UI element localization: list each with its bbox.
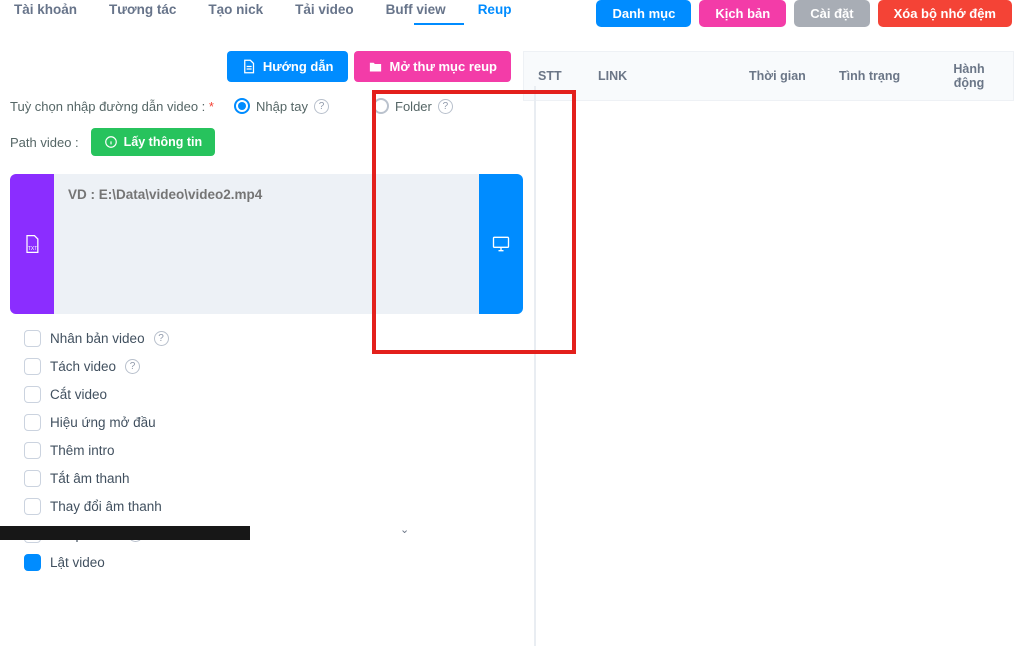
checkbox bbox=[24, 470, 41, 487]
radio-folder[interactable]: Folder ? bbox=[373, 98, 453, 114]
computer-icon bbox=[491, 234, 511, 254]
check-hieuung[interactable]: Hiệu ứng mở đầu bbox=[24, 414, 523, 431]
vertical-divider bbox=[534, 86, 536, 646]
th-link: LINK bbox=[598, 69, 749, 83]
mothumucreup-button[interactable]: Mở thư mục reup bbox=[354, 51, 512, 82]
check-label: Nhân bản video bbox=[50, 331, 145, 346]
checkbox bbox=[24, 330, 41, 347]
info-icon bbox=[104, 135, 118, 149]
th-stt: STT bbox=[538, 69, 598, 83]
checkbox bbox=[24, 386, 41, 403]
txt-file-icon: TXT bbox=[22, 234, 42, 254]
bottom-strip bbox=[0, 526, 250, 540]
check-label: Thay đổi âm thanh bbox=[50, 499, 162, 514]
tab-taikhoan[interactable]: Tài khoản bbox=[12, 2, 79, 25]
check-themintro[interactable]: Thêm intro bbox=[24, 442, 523, 459]
checkbox bbox=[24, 414, 41, 431]
help-icon[interactable]: ? bbox=[314, 99, 329, 114]
laythongtin-label: Lấy thông tin bbox=[124, 135, 202, 149]
check-nhanban[interactable]: Nhân bản video? bbox=[24, 330, 523, 347]
tab-tuongtac[interactable]: Tương tác bbox=[107, 2, 178, 25]
tab-taonick[interactable]: Tạo nick bbox=[206, 2, 265, 25]
huongdan-button[interactable]: Hướng dẫn bbox=[227, 51, 348, 82]
help-icon[interactable]: ? bbox=[438, 99, 453, 114]
mothumucreup-label: Mở thư mục reup bbox=[390, 59, 498, 74]
check-tach[interactable]: Tách video? bbox=[24, 358, 523, 375]
path-textarea[interactable] bbox=[54, 174, 479, 314]
check-label: Hiệu ứng mở đầu bbox=[50, 415, 156, 430]
tab-taivideo[interactable]: Tải video bbox=[293, 2, 356, 25]
check-tatam[interactable]: Tắt âm thanh bbox=[24, 470, 523, 487]
tab-reup[interactable]: Reup bbox=[476, 2, 514, 25]
path-label: Path video : bbox=[10, 135, 79, 150]
xoabonhodem-button[interactable]: Xóa bộ nhớ đệm bbox=[878, 0, 1012, 27]
check-label: Tách video bbox=[50, 359, 116, 374]
checkbox bbox=[24, 498, 41, 515]
laythongtin-button[interactable]: Lấy thông tin bbox=[91, 128, 215, 156]
radio-nhaptay[interactable]: Nhập tay ? bbox=[234, 98, 329, 114]
radio-label-nhaptay: Nhập tay bbox=[256, 99, 308, 114]
check-thaydoiam[interactable]: Thay đổi âm thanh bbox=[24, 498, 523, 515]
radio-dot-on bbox=[234, 98, 250, 114]
chevron-down-icon: ⌄ bbox=[400, 523, 409, 536]
help-icon[interactable]: ? bbox=[154, 331, 169, 346]
checkbox bbox=[24, 442, 41, 459]
computer-strip[interactable] bbox=[479, 174, 523, 314]
svg-text:TXT: TXT bbox=[28, 246, 37, 252]
huongdan-label: Hướng dẫn bbox=[263, 59, 334, 74]
help-icon[interactable]: ? bbox=[125, 359, 140, 374]
checkbox-on bbox=[24, 554, 41, 571]
checkbox bbox=[24, 358, 41, 375]
check-label: Lật video bbox=[50, 555, 105, 570]
option-label: Tuỳ chọn nhập đường dẫn video : * bbox=[10, 99, 214, 114]
check-label: Cắt video bbox=[50, 387, 107, 402]
check-label: Thêm intro bbox=[50, 443, 115, 458]
folder-icon bbox=[368, 59, 383, 74]
document-icon bbox=[241, 59, 256, 74]
th-tinhtrang: Tình trạng bbox=[839, 69, 939, 83]
check-label: Tắt âm thanh bbox=[50, 471, 130, 486]
kichban-button[interactable]: Kịch bản bbox=[699, 0, 786, 27]
danhmuc-button[interactable]: Danh mục bbox=[596, 0, 691, 27]
caidat-button[interactable]: Cài đặt bbox=[794, 0, 869, 27]
check-lat[interactable]: Lật video bbox=[24, 554, 523, 571]
radio-label-folder: Folder bbox=[395, 99, 432, 114]
radio-dot-off bbox=[373, 98, 389, 114]
txt-strip[interactable]: TXT bbox=[10, 174, 54, 314]
table-head: STT LINK Thời gian Tình trạng Hành động bbox=[523, 51, 1014, 101]
tab-buffview[interactable]: Buff view bbox=[384, 2, 448, 25]
check-cat[interactable]: Cắt video bbox=[24, 386, 523, 403]
th-thoigian: Thời gian bbox=[749, 69, 839, 83]
th-hanhdong: Hành động bbox=[939, 62, 999, 90]
